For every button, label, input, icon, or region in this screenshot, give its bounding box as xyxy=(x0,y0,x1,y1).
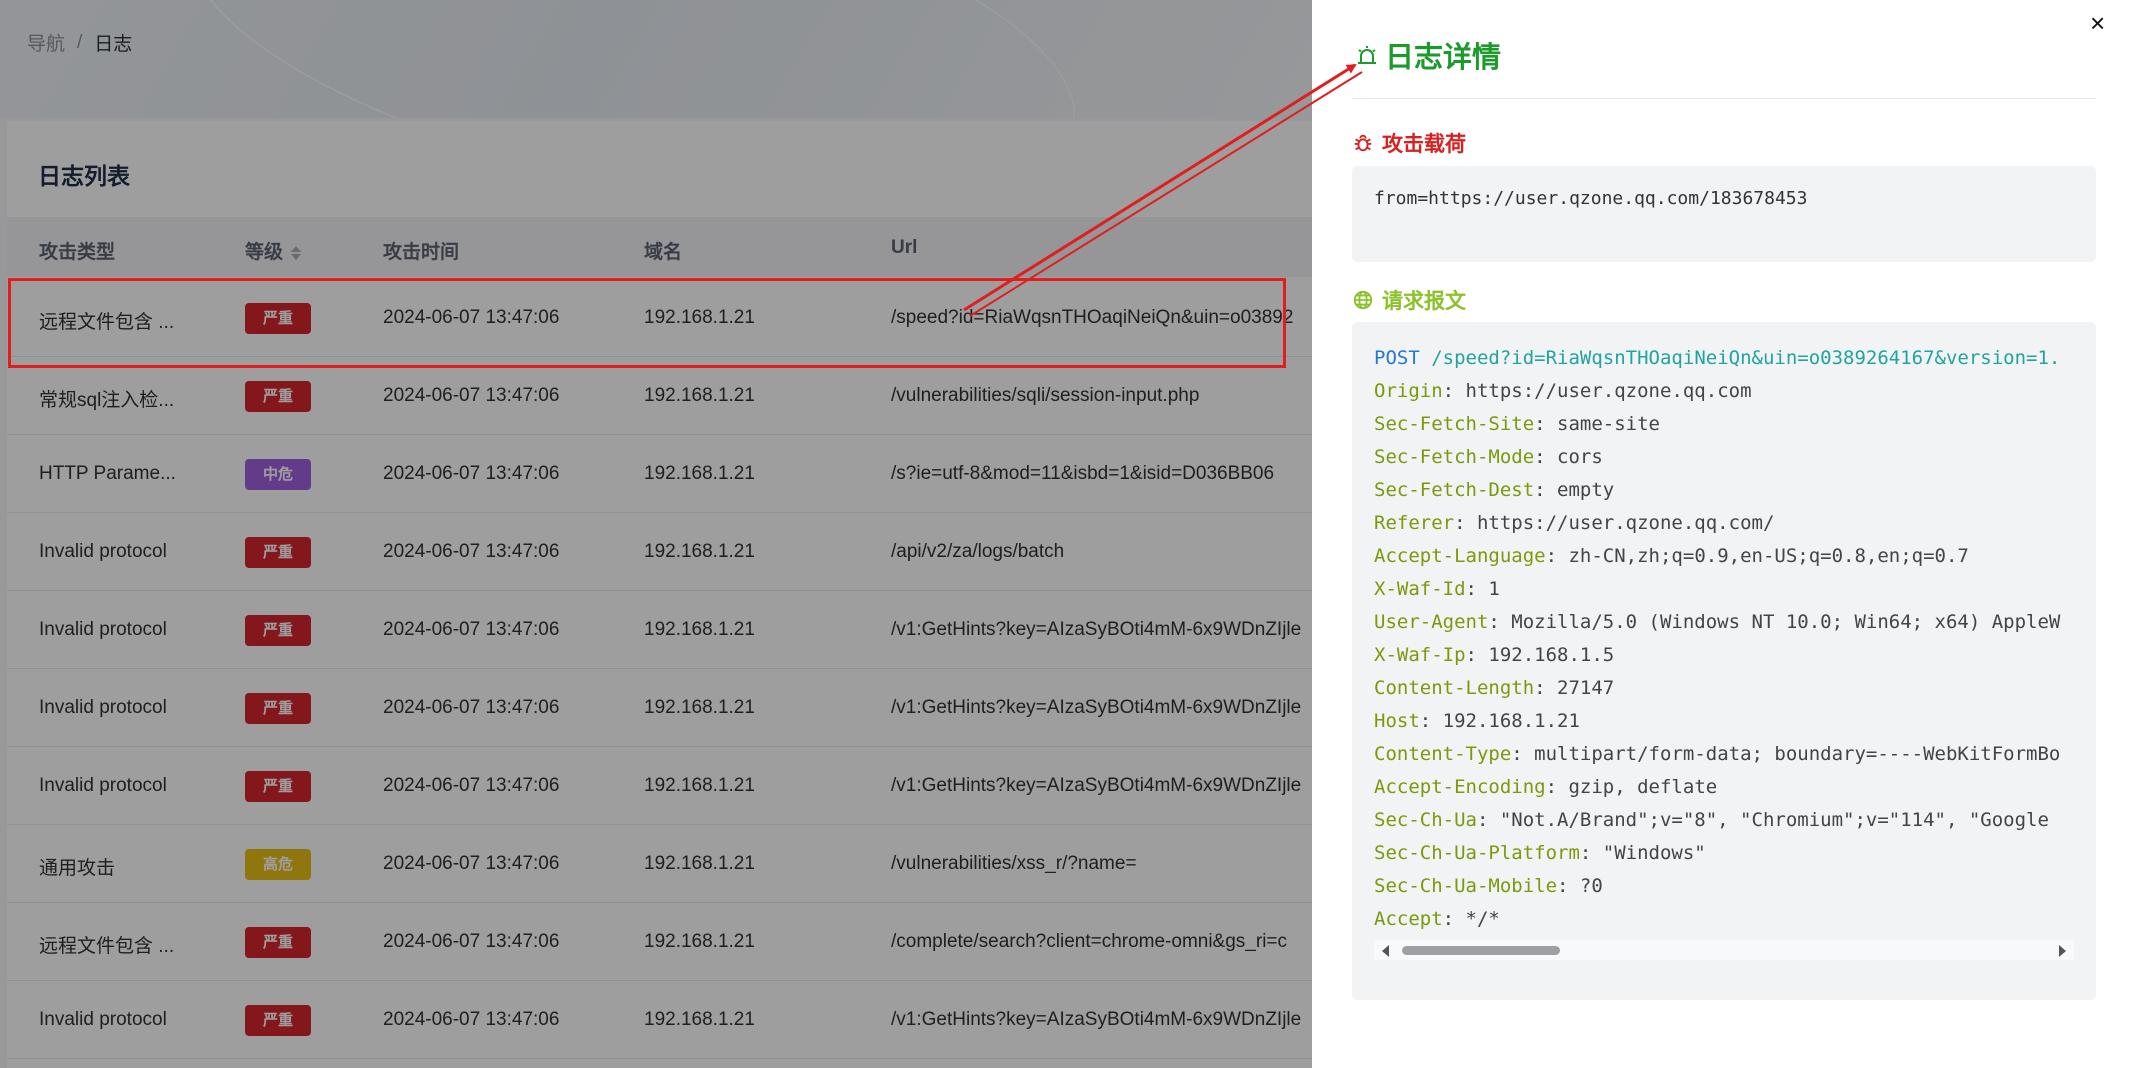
scroll-right-icon[interactable] xyxy=(2059,945,2066,957)
header-value: gzip, deflate xyxy=(1568,776,1718,798)
header-value: cors xyxy=(1557,446,1603,468)
log-detail-drawer: × 日志详情 攻击载荷 from=https://user.qzone.qq.c… xyxy=(1312,0,2143,1068)
header-key: X-Waf-Ip xyxy=(1374,644,1466,666)
header-key: X-Waf-Id xyxy=(1374,578,1466,600)
header-key: Sec-Fetch-Dest xyxy=(1374,479,1535,501)
request-section-title: 请求报文 xyxy=(1352,285,1466,315)
payload-title: 攻击载荷 xyxy=(1382,133,1466,156)
request-header-line: Content-Type: multipart/form-data; bound… xyxy=(1374,743,2061,765)
request-method: POST xyxy=(1374,347,1420,369)
header-value: 192.168.1.21 xyxy=(1442,710,1580,732)
drawer-title: 日志详情 xyxy=(1355,34,1501,76)
request-box: POST /speed?id=RiaWqsnTHOaqiNeiQn&uin=o0… xyxy=(1352,322,2096,1000)
header-value: */* xyxy=(1465,908,1500,930)
header-key: Accept-Encoding xyxy=(1374,776,1546,798)
header-value: ?0 xyxy=(1579,875,1603,897)
header-key: Sec-Fetch-Site xyxy=(1374,413,1535,435)
payload-text: from=https://user.qzone.qq.com/183678453 xyxy=(1374,188,1808,209)
header-value: zh-CN,zh;q=0.9,en-US;q=0.8,en;q=0.7 xyxy=(1568,545,1969,567)
request-header-line: X-Waf-Ip: 192.168.1.5 xyxy=(1374,644,1615,666)
header-value: empty xyxy=(1557,479,1615,501)
header-key: Referer xyxy=(1374,512,1455,534)
scrollbar-thumb[interactable] xyxy=(1402,946,1560,955)
globe-icon xyxy=(1353,290,1373,310)
request-content: POST /speed?id=RiaWqsnTHOaqiNeiQn&uin=o0… xyxy=(1374,342,2074,962)
header-key: Sec-Fetch-Mode xyxy=(1374,446,1535,468)
payload-section-title: 攻击载荷 xyxy=(1352,128,1466,158)
request-header-line: Accept: */* xyxy=(1374,908,1500,930)
header-value: "Not.A/Brand";v="8", "Chromium";v="114",… xyxy=(1499,809,2049,831)
header-value: https://user.qzone.qq.com/ xyxy=(1476,512,1775,534)
close-icon[interactable]: × xyxy=(2090,8,2105,39)
header-value: 27147 xyxy=(1557,677,1615,699)
header-key: Host xyxy=(1374,710,1420,732)
scroll-left-icon[interactable] xyxy=(1382,945,1389,957)
request-header-line: Origin: https://user.qzone.qq.com xyxy=(1374,380,1752,402)
request-header-line: Host: 192.168.1.21 xyxy=(1374,710,1580,732)
bug-icon xyxy=(1354,134,1372,152)
request-header-line: X-Waf-Id: 1 xyxy=(1374,578,1500,600)
drawer-title-text: 日志详情 xyxy=(1385,42,1502,74)
request-title: 请求报文 xyxy=(1382,290,1466,313)
request-header-line: Content-Length: 27147 xyxy=(1374,677,1615,699)
request-header-line: Sec-Ch-Ua-Platform: "Windows" xyxy=(1374,842,1706,864)
request-header-line: Accept-Language: zh-CN,zh;q=0.9,en-US;q=… xyxy=(1374,545,1969,567)
horizontal-scrollbar[interactable] xyxy=(1374,940,2074,960)
header-key: Content-Type xyxy=(1374,743,1512,765)
request-path: /speed?id=RiaWqsnTHOaqiNeiQn&uin=o038926… xyxy=(1431,347,2061,369)
header-key: Accept xyxy=(1374,908,1443,930)
header-key: Origin xyxy=(1374,380,1443,402)
header-value: "Windows" xyxy=(1602,842,1706,864)
header-key: User-Agent xyxy=(1374,611,1489,633)
annotation-highlight-box xyxy=(8,278,1286,368)
request-header-line: Sec-Fetch-Site: same-site xyxy=(1374,413,1660,435)
request-header-line: Sec-Fetch-Dest: empty xyxy=(1374,479,1615,501)
header-value: same-site xyxy=(1557,413,1660,435)
modal-overlay[interactable] xyxy=(0,0,1312,1068)
header-key: Content-Length xyxy=(1374,677,1535,699)
request-header-line: Accept-Encoding: gzip, deflate xyxy=(1374,776,1718,798)
divider xyxy=(1352,98,2096,99)
request-header-line: User-Agent: Mozilla/5.0 (Windows NT 10.0… xyxy=(1374,611,2061,633)
request-header-line: Referer: https://user.qzone.qq.com/ xyxy=(1374,512,1775,534)
request-line: POST /speed?id=RiaWqsnTHOaqiNeiQn&uin=o0… xyxy=(1374,342,2074,375)
request-header-line: Sec-Fetch-Mode: cors xyxy=(1374,446,1603,468)
payload-box: from=https://user.qzone.qq.com/183678453 xyxy=(1352,166,2096,262)
alarm-icon xyxy=(1358,46,1376,64)
header-value: Mozilla/5.0 (Windows NT 10.0; Win64; x64… xyxy=(1511,611,2061,633)
header-value: 192.168.1.5 xyxy=(1488,644,1615,666)
header-value: 1 xyxy=(1488,578,1500,600)
log-app: 导航 / 日志 日志列表 攻击类型 等级 攻击时间 域名 Url 远程文件包含 … xyxy=(0,0,1312,1068)
request-header-line: Sec-Ch-Ua: "Not.A/Brand";v="8", "Chromiu… xyxy=(1374,809,2049,831)
header-key: Sec-Ch-Ua xyxy=(1374,809,1477,831)
header-value: https://user.qzone.qq.com xyxy=(1465,380,1752,402)
header-key: Accept-Language xyxy=(1374,545,1546,567)
header-value: multipart/form-data; boundary=----WebKit… xyxy=(1534,743,2061,765)
request-header-line: Sec-Ch-Ua-Mobile: ?0 xyxy=(1374,875,1603,897)
header-key: Sec-Ch-Ua-Platform xyxy=(1374,842,1580,864)
header-key: Sec-Ch-Ua-Mobile xyxy=(1374,875,1558,897)
